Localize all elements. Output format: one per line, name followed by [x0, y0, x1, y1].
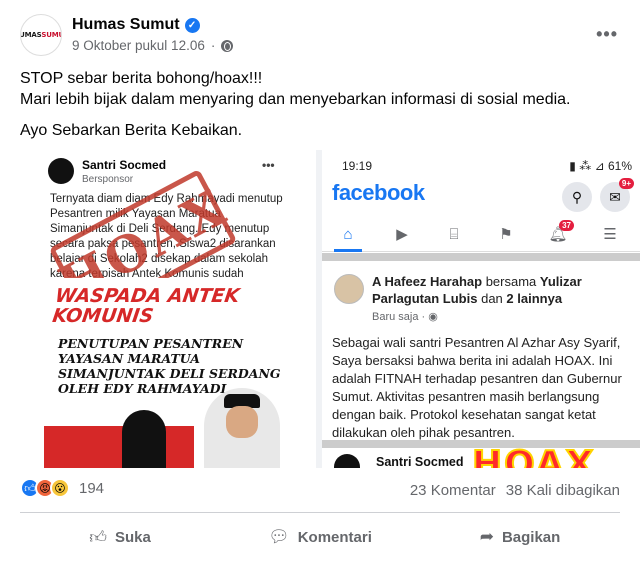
banner-subheadline: PENUTUPAN PESANTREN YAYASAN MARATUA SIMA…: [58, 336, 281, 396]
sponsored-label: Bersponsor: [82, 174, 134, 185]
engagement-counts: 23 Komentar 38 Kali dibagikan: [410, 482, 620, 499]
video-icon: ▶: [396, 226, 408, 243]
wow-reaction-icon: 😮︎: [50, 478, 70, 498]
globe-icon[interactable]: [221, 39, 234, 52]
home-icon: ⌂: [343, 225, 353, 243]
facebook-nav: ⌂ ▶ ⌸ ⚑ 🔔︎ 37 ☰: [322, 216, 640, 252]
battery-level: ▮ ⁂ ⊿ 61%: [569, 159, 632, 173]
post-time: Baru saja · ◉: [372, 311, 438, 323]
banner-red-band: [44, 426, 194, 468]
more-options-icon[interactable]: •••: [596, 24, 618, 45]
share-count[interactable]: 38 Kali dibagikan: [506, 482, 620, 499]
page-name[interactable]: Humas Sumut ✓: [72, 16, 200, 34]
testimony-text: Sebagai wali santri Pesantren Al Azhar A…: [332, 335, 622, 440]
bell-icon: 🔔︎ 37: [546, 220, 574, 244]
post-header: HUMASSUMUT Humas Sumut ✓ 9 Oktober pukul…: [0, 0, 640, 64]
active-tab-indicator: [334, 249, 362, 252]
comment-button[interactable]: 💬︎ Komentari: [220, 518, 420, 556]
post-author-line: A Hafeez Harahap bersama Yulizar Parlagu…: [372, 274, 582, 306]
santri-name-small: Santri Socmed: [376, 455, 464, 468]
santri-avatar: [48, 158, 74, 184]
post-actions: 👍︎ Suka 💬︎ Komentari ➦ Bagikan: [20, 518, 620, 556]
propaganda-banner: WASPADA ANTEK KOMUNIS PENUTUPAN PESANTRE…: [44, 278, 286, 468]
reaction-count[interactable]: 194: [79, 480, 104, 497]
fist-graphic: [122, 410, 166, 468]
post-timestamp[interactable]: 9 Oktober pukul 12.06: [72, 38, 205, 53]
status-time: 19:19: [342, 159, 373, 173]
person-photo: [204, 388, 280, 468]
image-phone-screenshot[interactable]: 19:19 ▮ ⁂ ⊿ 61% facebook ⚲ ✉ 9+ ⌂ ▶ ⌸ ⚑ 🔔…: [322, 150, 640, 468]
messenger-badge: 9+: [618, 178, 634, 189]
like-button[interactable]: 👍︎ Suka: [20, 518, 220, 556]
marketplace-icon: ⌸: [449, 225, 459, 243]
menu-icon: ☰: [603, 226, 617, 243]
image-santri-socmed[interactable]: Santri Socmed Bersponsor ••• Ternyata di…: [0, 150, 316, 468]
santri-avatar-small: [334, 454, 360, 468]
hafeez-avatar: [334, 274, 364, 304]
post-images: Santri Socmed Bersponsor ••• Ternyata di…: [0, 150, 640, 468]
banner-headline: WASPADA ANTEK KOMUNIS: [51, 285, 241, 327]
comment-bubble-icon: 💬︎: [268, 527, 290, 546]
feed-separator: [322, 253, 640, 261]
facebook-logo: facebook: [332, 180, 425, 205]
thumbs-up-icon: 👍︎: [89, 527, 107, 547]
reactions-summary[interactable]: 👍︎ 😡︎ 😮︎ 194: [20, 478, 104, 498]
verified-badge-icon: ✓: [184, 17, 200, 33]
search-icon: ⚲: [562, 182, 592, 212]
hoax-banner: HOAX: [471, 443, 596, 468]
page-logo: HUMASSUMUT: [21, 31, 61, 39]
post-text-line: STOP sebar berita bohong/hoax!!! Mari le…: [20, 70, 571, 108]
actions-divider: [20, 512, 620, 513]
santri-name: Santri Socmed: [82, 158, 167, 172]
share-arrow-icon: ➦: [479, 527, 494, 546]
flag-icon: ⚑: [499, 226, 513, 243]
post-text-line: Ayo Sebarkan Berita Kebaikan.: [20, 122, 243, 139]
status-bar: 19:19 ▮ ⁂ ⊿ 61%: [322, 150, 640, 178]
notification-badge: 37: [559, 220, 574, 231]
messenger-icon: ✉ 9+: [600, 178, 634, 212]
post-text: STOP sebar berita bohong/hoax!!! Mari le…: [20, 68, 620, 151]
page-avatar[interactable]: HUMASSUMUT: [20, 14, 62, 56]
post-meta: 9 Oktober pukul 12.06 ·: [72, 38, 234, 53]
more-icon: •••: [262, 158, 275, 172]
share-button[interactable]: ➦ Bagikan: [420, 518, 620, 556]
comment-count[interactable]: 23 Komentar: [410, 482, 496, 499]
